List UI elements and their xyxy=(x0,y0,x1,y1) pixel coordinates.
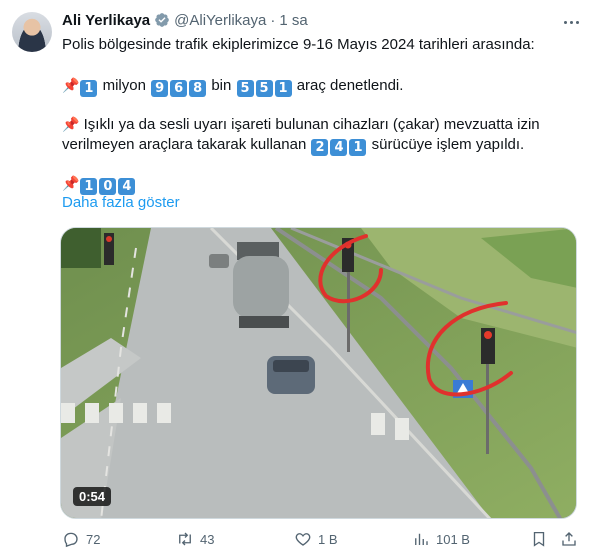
keycap-digit: 1 xyxy=(80,178,98,195)
tweet-text-line-4: verilmeyen araçlara takarak kullanan 241… xyxy=(62,135,524,156)
author-name[interactable]: Ali Yerlikaya xyxy=(62,12,150,29)
keycap-digit: 1 xyxy=(274,80,292,97)
tweet-text-line-3: 📌 Işıklı ya da sesli uyarı işareti bulun… xyxy=(62,114,540,135)
keycap-digit: 1 xyxy=(349,139,367,156)
tweet-header: Ali Yerlikaya @AliYerlikaya · 1 sa xyxy=(62,10,308,30)
keycap-digit: 5 xyxy=(255,80,273,97)
separator-dot: · xyxy=(270,11,276,29)
avatar[interactable] xyxy=(12,12,52,52)
action-bar: 72 43 1 B 101 B xyxy=(56,530,586,552)
show-more-link[interactable]: Daha fazla göster xyxy=(62,194,180,211)
views-icon xyxy=(415,533,428,545)
keycap-digit: 2 xyxy=(311,139,329,156)
share-icon xyxy=(562,532,576,546)
reply-count: 72 xyxy=(86,531,101,547)
word: araç denetlendi. xyxy=(296,77,404,94)
keycap-digit: 5 xyxy=(236,80,254,97)
keycap-digit: 4 xyxy=(330,139,348,156)
text: Işıklı ya da sesli uyarı işareti bulunan… xyxy=(83,116,540,133)
keycap-digit: 1 xyxy=(80,80,98,97)
views-button[interactable]: 101 B xyxy=(412,530,470,548)
repost-button[interactable]: 43 xyxy=(176,530,214,548)
tweet-text-line-2: 📌 1 milyon 968 bin 551 araç denetlendi. xyxy=(62,75,403,97)
text: verilmeyen araçlara takarak kullanan xyxy=(62,136,307,153)
like-icon xyxy=(295,533,311,546)
word: bin xyxy=(211,77,232,94)
tweet: Ali Yerlikaya @AliYerlikaya · 1 sa Polis… xyxy=(0,0,609,556)
views-count: 101 B xyxy=(436,531,470,547)
bookmark-button[interactable] xyxy=(530,530,554,548)
tweet-text-line-1: Polis bölgesinde trafik ekiplerimizce 9-… xyxy=(62,36,535,53)
pin-icon: 📌 xyxy=(62,77,80,93)
repost-icon xyxy=(179,532,191,546)
keycap-digit: 8 xyxy=(189,80,207,97)
tweet-time[interactable]: 1 sa xyxy=(279,12,307,29)
keycap-digit: 4 xyxy=(118,178,136,195)
tweet-text-line-5: 📌 1 0 4 xyxy=(62,173,136,195)
text: sürücüye işlem yapıldı. xyxy=(371,136,525,153)
pin-icon: 📌 xyxy=(62,175,80,191)
share-button[interactable] xyxy=(560,530,584,548)
verified-badge-icon xyxy=(155,13,169,27)
reply-icon xyxy=(64,532,78,548)
video-duration: 0:54 xyxy=(73,487,112,506)
keycap-digit: 0 xyxy=(99,178,117,195)
like-count: 1 B xyxy=(318,531,338,547)
video-frame xyxy=(61,228,576,518)
video-player[interactable]: 0:54 xyxy=(60,227,577,519)
bookmark-icon xyxy=(533,531,545,547)
like-button[interactable]: 1 B xyxy=(294,530,338,548)
author-handle[interactable]: @AliYerlikaya xyxy=(174,12,266,29)
keycap-digit: 9 xyxy=(151,80,169,97)
pin-icon: 📌 xyxy=(62,116,80,132)
keycap-digit: 6 xyxy=(170,80,188,97)
repost-count: 43 xyxy=(200,531,215,547)
reply-button[interactable]: 72 xyxy=(62,530,100,548)
more-icon[interactable] xyxy=(561,12,581,32)
word: milyon xyxy=(102,77,146,94)
